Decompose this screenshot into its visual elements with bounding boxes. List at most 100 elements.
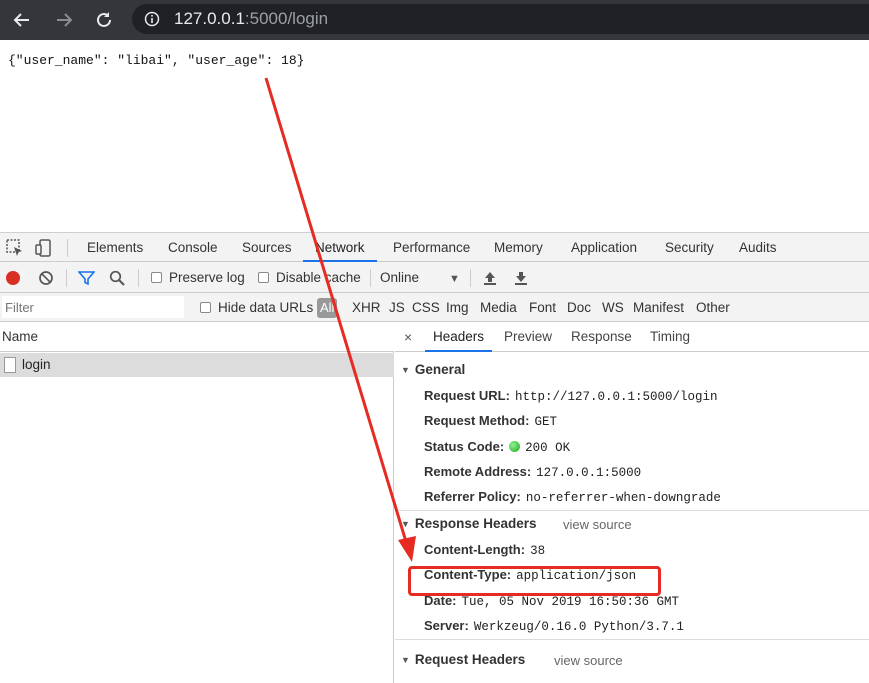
- server-value: Werkzeug/0.16.0 Python/3.7.1: [473, 620, 684, 634]
- request-url-row: Request URL: http://127.0.0.1:5000/login: [424, 388, 718, 404]
- filter-type-other[interactable]: Other: [696, 293, 730, 322]
- separator: [66, 269, 67, 287]
- remote-address-value: 127.0.0.1:5000: [536, 466, 642, 480]
- server-row: Server: Werkzeug/0.16.0 Python/3.7.1: [424, 618, 684, 634]
- date-value: Tue, 05 Nov 2019 16:50:36 GMT: [461, 595, 680, 609]
- request-headers-section-header[interactable]: ▼ Request Headers: [401, 652, 525, 667]
- document-icon: [4, 357, 16, 373]
- response-view-source-link[interactable]: view source: [563, 517, 632, 532]
- json-response-body: {"user_name": "libai", "user_age": 18}: [8, 53, 305, 68]
- request-method-key: Request Method:: [424, 413, 530, 428]
- referrer-policy-key: Referrer Policy:: [424, 489, 521, 504]
- disable-cache-label: Disable cache: [276, 270, 361, 285]
- hide-data-urls-label: Hide data URLs: [218, 300, 314, 315]
- filter-type-css[interactable]: CSS: [412, 293, 440, 322]
- back-button[interactable]: [10, 8, 34, 32]
- separator: [370, 269, 371, 287]
- content-length-value: 38: [530, 544, 546, 558]
- referrer-policy-value: no-referrer-when-downgrade: [525, 491, 721, 505]
- filter-bar: Hide data URLs All XHR JS CSS Img Media …: [0, 293, 869, 322]
- tab-timing[interactable]: Timing: [650, 322, 690, 352]
- remote-address-key: Remote Address:: [424, 464, 532, 479]
- status-code-row: Status Code: 200 OK: [424, 439, 570, 455]
- network-toolbar: Preserve log Disable cache Online ▼: [0, 262, 869, 293]
- import-har-icon[interactable]: [483, 270, 497, 286]
- section-divider: [395, 510, 869, 511]
- triangle-down-icon: ▼: [401, 655, 410, 665]
- search-icon[interactable]: [109, 270, 125, 286]
- filter-icon[interactable]: [78, 270, 95, 286]
- filter-type-all[interactable]: All: [317, 298, 338, 318]
- filter-type-font[interactable]: Font: [529, 293, 556, 322]
- response-headers-section-header[interactable]: ▼ Response Headers: [401, 516, 536, 531]
- url-host: 127.0.0.1: [174, 9, 245, 28]
- browser-toolbar: 127.0.0.1:5000/login: [0, 0, 869, 40]
- filter-input[interactable]: [2, 296, 184, 318]
- tab-performance[interactable]: Performance: [393, 233, 470, 262]
- preserve-log-label: Preserve log: [169, 270, 245, 285]
- request-url-key: Request URL:: [424, 388, 510, 403]
- reload-button[interactable]: [92, 8, 116, 32]
- devtools-panel: Elements Console Sources Network Perform…: [0, 232, 869, 683]
- tab-elements[interactable]: Elements: [87, 233, 143, 262]
- request-view-source-link[interactable]: view source: [554, 653, 623, 668]
- tab-response[interactable]: Response: [571, 322, 632, 352]
- address-bar[interactable]: 127.0.0.1:5000/login: [132, 4, 869, 34]
- close-icon[interactable]: ×: [404, 322, 412, 352]
- request-method-value: GET: [534, 415, 557, 429]
- filter-type-img[interactable]: Img: [446, 293, 469, 322]
- server-key: Server:: [424, 618, 469, 633]
- export-har-icon[interactable]: [514, 270, 528, 286]
- devtools-tab-bar: Elements Console Sources Network Perform…: [0, 233, 869, 262]
- tab-audits[interactable]: Audits: [739, 233, 777, 262]
- tab-preview[interactable]: Preview: [504, 322, 552, 352]
- forward-arrow-icon: [57, 13, 73, 27]
- tab-security[interactable]: Security: [665, 233, 714, 262]
- section-divider: [395, 639, 869, 640]
- back-arrow-icon: [13, 13, 29, 27]
- tab-application[interactable]: Application: [571, 233, 637, 262]
- filter-type-media[interactable]: Media: [480, 293, 517, 322]
- separator: [470, 269, 471, 287]
- request-url-value: http://127.0.0.1:5000/login: [514, 390, 718, 404]
- info-icon[interactable]: [144, 11, 160, 27]
- name-column-header[interactable]: Name: [0, 322, 394, 352]
- checkbox-box[interactable]: [200, 302, 211, 313]
- response-headers-title: Response Headers: [414, 516, 537, 531]
- forward-button[interactable]: [52, 8, 76, 32]
- record-icon[interactable]: [5, 270, 21, 286]
- device-toolbar-icon[interactable]: [34, 238, 54, 258]
- referrer-policy-row: Referrer Policy: no-referrer-when-downgra…: [424, 489, 721, 505]
- status-ok-icon: [509, 441, 521, 452]
- request-row[interactable]: login: [0, 353, 394, 377]
- request-headers-title: Request Headers: [414, 652, 526, 667]
- clear-icon[interactable]: [38, 270, 54, 286]
- filter-type-js[interactable]: JS: [389, 293, 405, 322]
- separator: [138, 269, 139, 287]
- preserve-log-checkbox[interactable]: Preserve log: [151, 262, 245, 293]
- request-name: login: [22, 357, 51, 372]
- tab-console[interactable]: Console: [168, 233, 218, 262]
- filter-type-doc[interactable]: Doc: [567, 293, 591, 322]
- content-length-row: Content-Length: 38: [424, 542, 545, 558]
- tab-memory[interactable]: Memory: [494, 233, 543, 262]
- throttle-select[interactable]: Online ▼: [380, 262, 460, 293]
- checkbox-box[interactable]: [151, 272, 162, 283]
- triangle-down-icon: ▼: [401, 519, 410, 529]
- filter-type-xhr[interactable]: XHR: [352, 293, 381, 322]
- chevron-down-icon: ▼: [449, 273, 460, 285]
- general-section-header[interactable]: ▼ General: [401, 362, 465, 377]
- tab-network[interactable]: Network: [303, 233, 377, 262]
- checkbox-box[interactable]: [258, 272, 269, 283]
- disable-cache-checkbox[interactable]: Disable cache: [258, 262, 361, 293]
- filter-type-ws[interactable]: WS: [602, 293, 624, 322]
- status-code-value: 200 OK: [525, 441, 571, 455]
- annotation-highlight-box: [408, 566, 661, 596]
- content-length-key: Content-Length:: [424, 542, 526, 557]
- tab-headers[interactable]: Headers: [425, 322, 493, 352]
- hide-data-urls-checkbox[interactable]: Hide data URLs: [200, 293, 313, 322]
- tab-sources[interactable]: Sources: [242, 233, 292, 262]
- detail-tab-bar: × Headers Preview Response Timing: [395, 322, 869, 352]
- inspect-element-icon[interactable]: [5, 238, 25, 258]
- filter-type-manifest[interactable]: Manifest: [633, 293, 684, 322]
